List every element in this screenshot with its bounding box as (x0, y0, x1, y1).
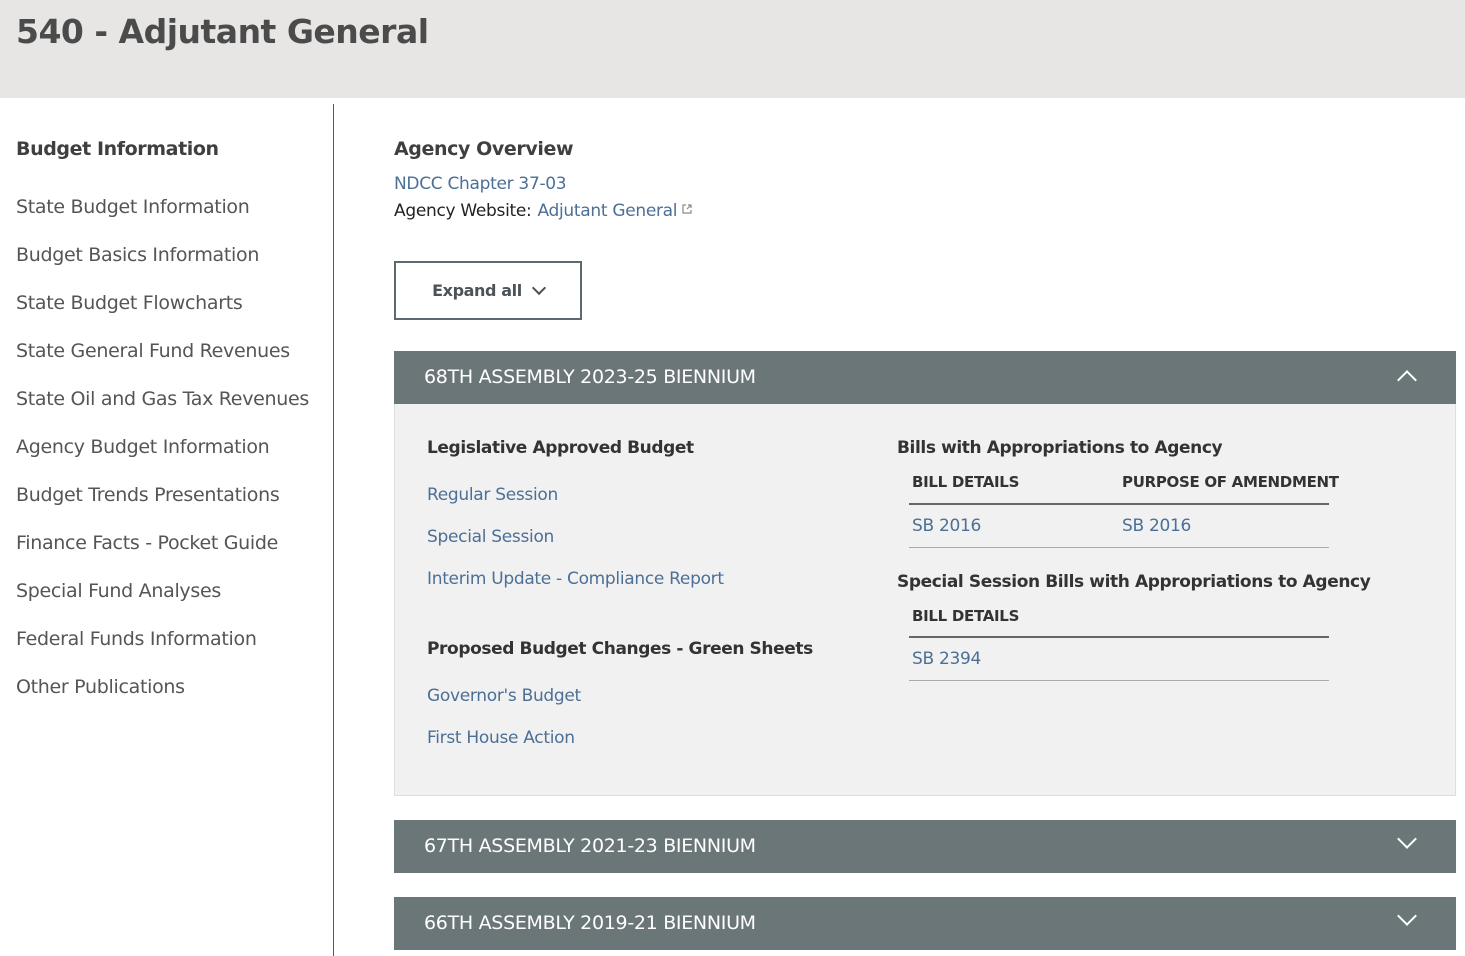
accordion-header-2019-21[interactable]: 66TH ASSEMBLY 2019-21 BIENNIUM (394, 897, 1456, 950)
accordion-header-2023-25[interactable]: 68TH ASSEMBLY 2023-25 BIENNIUM (394, 351, 1456, 404)
proposed-budget-changes-title: Proposed Budget Changes - Green Sheets (427, 639, 813, 659)
governors-budget-link[interactable]: Governor's Budget (427, 686, 581, 706)
expand-all-button[interactable]: Expand all (394, 261, 582, 320)
agency-website-link[interactable]: Adjutant General (537, 201, 692, 221)
sidebar-item-budget-flowcharts[interactable]: State Budget Flowcharts (16, 288, 309, 336)
agency-overview-title: Agency Overview (394, 138, 574, 160)
accordion-body-2023-25: Legislative Approved Budget Regular Sess… (394, 404, 1456, 796)
legislative-approved-budget-title: Legislative Approved Budget (427, 438, 694, 458)
sidebar-item-special-fund-analyses[interactable]: Special Fund Analyses (16, 576, 309, 624)
agency-website-row: Agency Website: Adjutant General (394, 201, 692, 221)
sidebar-item-other-publications[interactable]: Other Publications (16, 672, 309, 720)
interim-update-link[interactable]: Interim Update - Compliance Report (427, 569, 724, 589)
accordion-header-2021-23[interactable]: 67TH ASSEMBLY 2021-23 BIENNIUM (394, 820, 1456, 873)
bill-details-header: BILL DETAILS (912, 473, 1020, 491)
page-title: 540 - Adjutant General (16, 12, 429, 51)
special-session-bills-title: Special Session Bills with Appropriation… (897, 572, 1371, 592)
ndcc-chapter-link[interactable]: NDCC Chapter 37-03 (394, 174, 567, 194)
table-rule (909, 503, 1329, 505)
chevron-down-icon (1397, 829, 1417, 849)
sidebar-item-federal-funds[interactable]: Federal Funds Information (16, 624, 309, 672)
bill-link-sb2016[interactable]: SB 2016 (912, 516, 981, 536)
chevron-down-icon (1397, 906, 1417, 926)
regular-session-link[interactable]: Regular Session (427, 485, 558, 505)
external-link-icon (682, 204, 692, 214)
table-row-divider (909, 680, 1329, 681)
chevron-up-icon (1397, 370, 1417, 390)
page-header: 540 - Adjutant General (0, 0, 1465, 98)
special-bill-details-header: BILL DETAILS (912, 607, 1020, 625)
sidebar-item-state-budget-information[interactable]: State Budget Information (16, 192, 309, 240)
special-session-link[interactable]: Special Session (427, 527, 554, 547)
chevron-down-icon (531, 280, 546, 296)
bills-title: Bills with Appropriations to Agency (897, 438, 1223, 458)
sidebar: Budget Information State Budget Informat… (0, 104, 334, 956)
purpose-of-amendment-header: PURPOSE OF AMENDMENT (1122, 473, 1339, 491)
table-rule (909, 636, 1329, 638)
sidebar-item-oil-gas-tax-revenues[interactable]: State Oil and Gas Tax Revenues (16, 384, 309, 432)
amendment-link-sb2016[interactable]: SB 2016 (1122, 516, 1191, 536)
accordion-label: 68TH ASSEMBLY 2023-25 BIENNIUM (424, 366, 756, 388)
agency-website-label: Agency Website: (394, 201, 532, 221)
first-house-action-link[interactable]: First House Action (427, 728, 575, 748)
sidebar-item-finance-facts[interactable]: Finance Facts - Pocket Guide (16, 528, 309, 576)
sidebar-list: State Budget Information Budget Basics I… (16, 192, 309, 720)
sidebar-item-budget-trends[interactable]: Budget Trends Presentations (16, 480, 309, 528)
bill-link-sb2394[interactable]: SB 2394 (912, 649, 981, 669)
expand-all-label: Expand all (432, 281, 522, 300)
table-row-divider (909, 547, 1329, 548)
sidebar-item-budget-basics[interactable]: Budget Basics Information (16, 240, 309, 288)
sidebar-item-general-fund-revenues[interactable]: State General Fund Revenues (16, 336, 309, 384)
agency-website-link-text: Adjutant General (537, 201, 678, 221)
accordion-label: 66TH ASSEMBLY 2019-21 BIENNIUM (424, 912, 756, 934)
sidebar-heading: Budget Information (16, 138, 219, 160)
sidebar-item-agency-budget-information[interactable]: Agency Budget Information (16, 432, 309, 480)
accordion-label: 67TH ASSEMBLY 2021-23 BIENNIUM (424, 835, 756, 857)
